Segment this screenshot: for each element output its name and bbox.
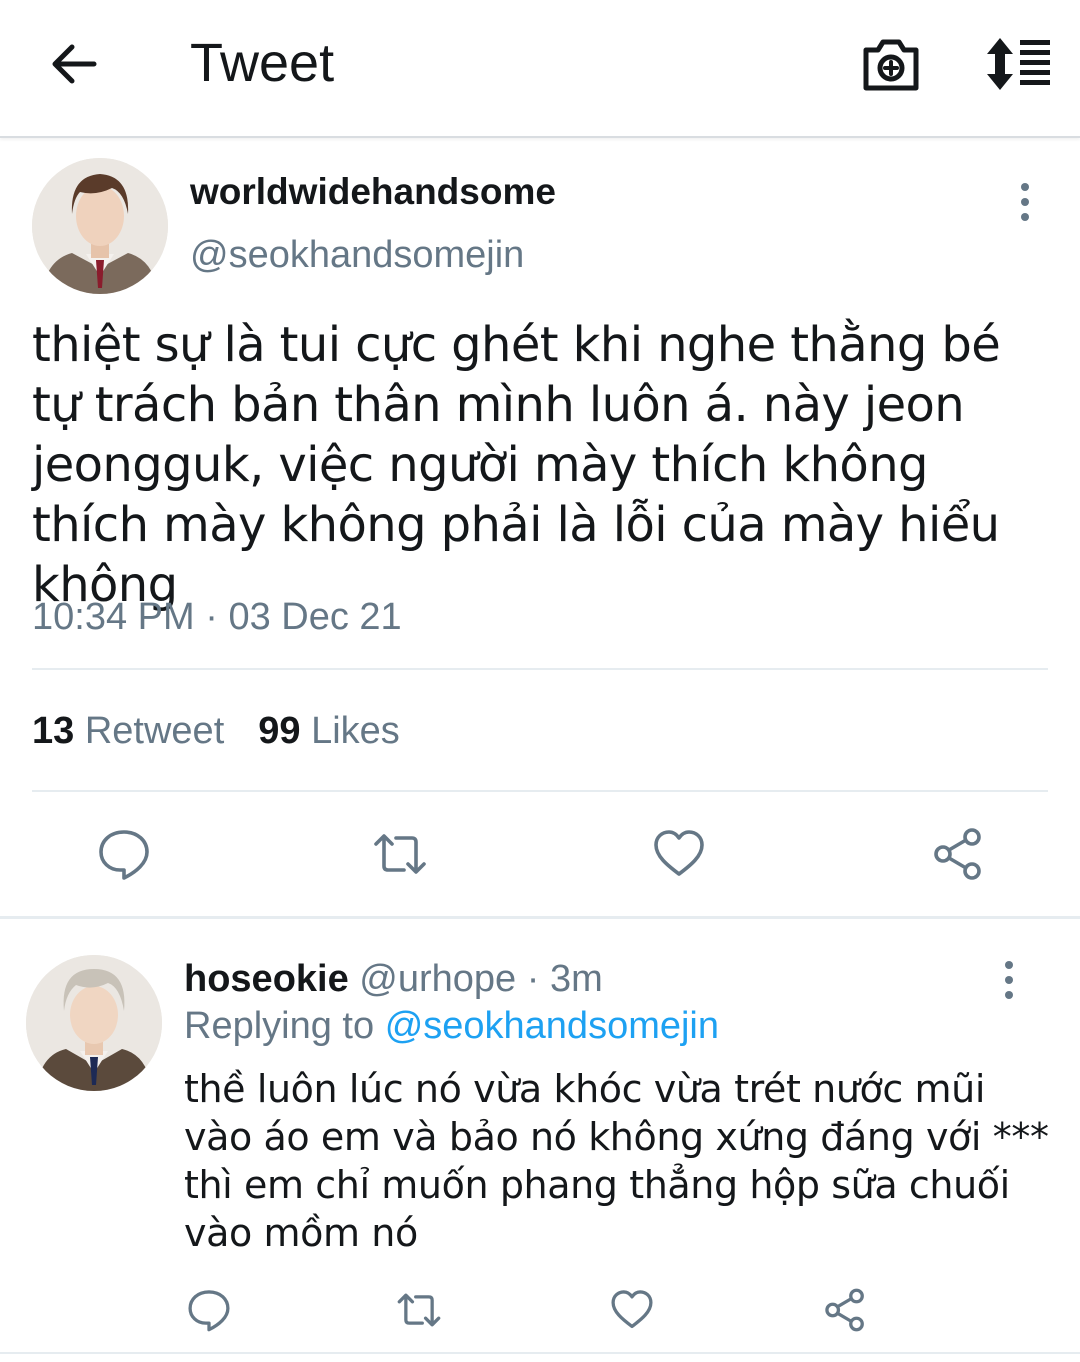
tweet-time: 10:34 PM [32, 596, 195, 638]
tweet-stats: 13 Retweet 99 Likes [32, 708, 400, 754]
heart-icon [611, 1290, 653, 1329]
camera-add-icon [863, 39, 919, 91]
reply-icon [99, 830, 149, 880]
share-icon [825, 1288, 864, 1332]
more-options-button[interactable] [1010, 180, 1040, 224]
page-title: Tweet [190, 33, 335, 93]
like-button[interactable] [651, 826, 707, 882]
divider [32, 668, 1048, 670]
arrow-left-icon [52, 44, 97, 84]
retweet-count: 13 [32, 710, 75, 752]
replying-to-label: Replying to [184, 1005, 375, 1047]
divider [0, 1352, 1080, 1354]
user-handle[interactable]: @seokhandsomejin [190, 232, 524, 278]
reply-button[interactable] [96, 826, 152, 882]
retweet-label: Retweet [84, 710, 225, 752]
sort-button[interactable] [982, 36, 1052, 92]
reply-more-options-button[interactable] [994, 958, 1024, 1002]
reply-display-name[interactable]: hoseokie [184, 958, 349, 1000]
reply-reply-button[interactable] [186, 1287, 232, 1333]
reply-avatar[interactable] [26, 955, 162, 1091]
share-button[interactable] [930, 826, 986, 882]
more-vertical-icon [1005, 961, 1013, 999]
timestamp-separator: · [205, 596, 218, 638]
tweet-date: 03 Dec 21 [228, 596, 402, 638]
tweet-text: thiệt sự là tui cực ghét khi nghe thằng … [32, 317, 1001, 613]
reply-separator: · [526, 958, 540, 1000]
likes-label: Likes [311, 710, 400, 752]
like-count: 99 [258, 710, 301, 752]
retweet-button[interactable] [372, 826, 428, 882]
retweet-icon [397, 1293, 441, 1327]
sort-lines-icon [987, 38, 1050, 90]
display-name[interactable]: worldwidehandsome [190, 170, 556, 214]
reply-text: thề luôn lúc nó vừa khóc vừa trét nước m… [184, 1067, 1049, 1255]
reply-handle[interactable]: @urhope [359, 958, 516, 1000]
camera-button[interactable] [860, 34, 922, 94]
retweet-stat[interactable]: 13 Retweet [32, 710, 224, 752]
avatar-image [26, 955, 162, 1091]
reply-age: 3m [549, 958, 603, 1000]
section-separator [0, 916, 1080, 919]
avatar[interactable] [32, 158, 168, 294]
heart-icon [654, 830, 704, 876]
replying-to-handle-link[interactable]: @seokhandsomejin [385, 1005, 719, 1047]
tweet-timestamp: 10:34 PM · 03 Dec 21 [32, 594, 402, 640]
likes-stat[interactable]: 99 Likes [258, 710, 400, 752]
share-icon [934, 828, 981, 880]
avatar-image [32, 158, 168, 294]
retweet-icon [374, 834, 426, 874]
reply-like-button[interactable] [609, 1287, 655, 1333]
top-app-bar: Tweet [0, 0, 1080, 138]
reply-retweet-button[interactable] [396, 1287, 442, 1333]
replying-to: Replying to @seokhandsomejin [184, 1003, 719, 1049]
more-vertical-icon [1021, 183, 1029, 221]
back-button[interactable] [48, 38, 100, 90]
reply-share-button[interactable] [822, 1287, 868, 1333]
reply-header: hoseokie @urhope · 3m [184, 956, 603, 1002]
reply-icon [188, 1290, 230, 1332]
divider [32, 790, 1048, 792]
